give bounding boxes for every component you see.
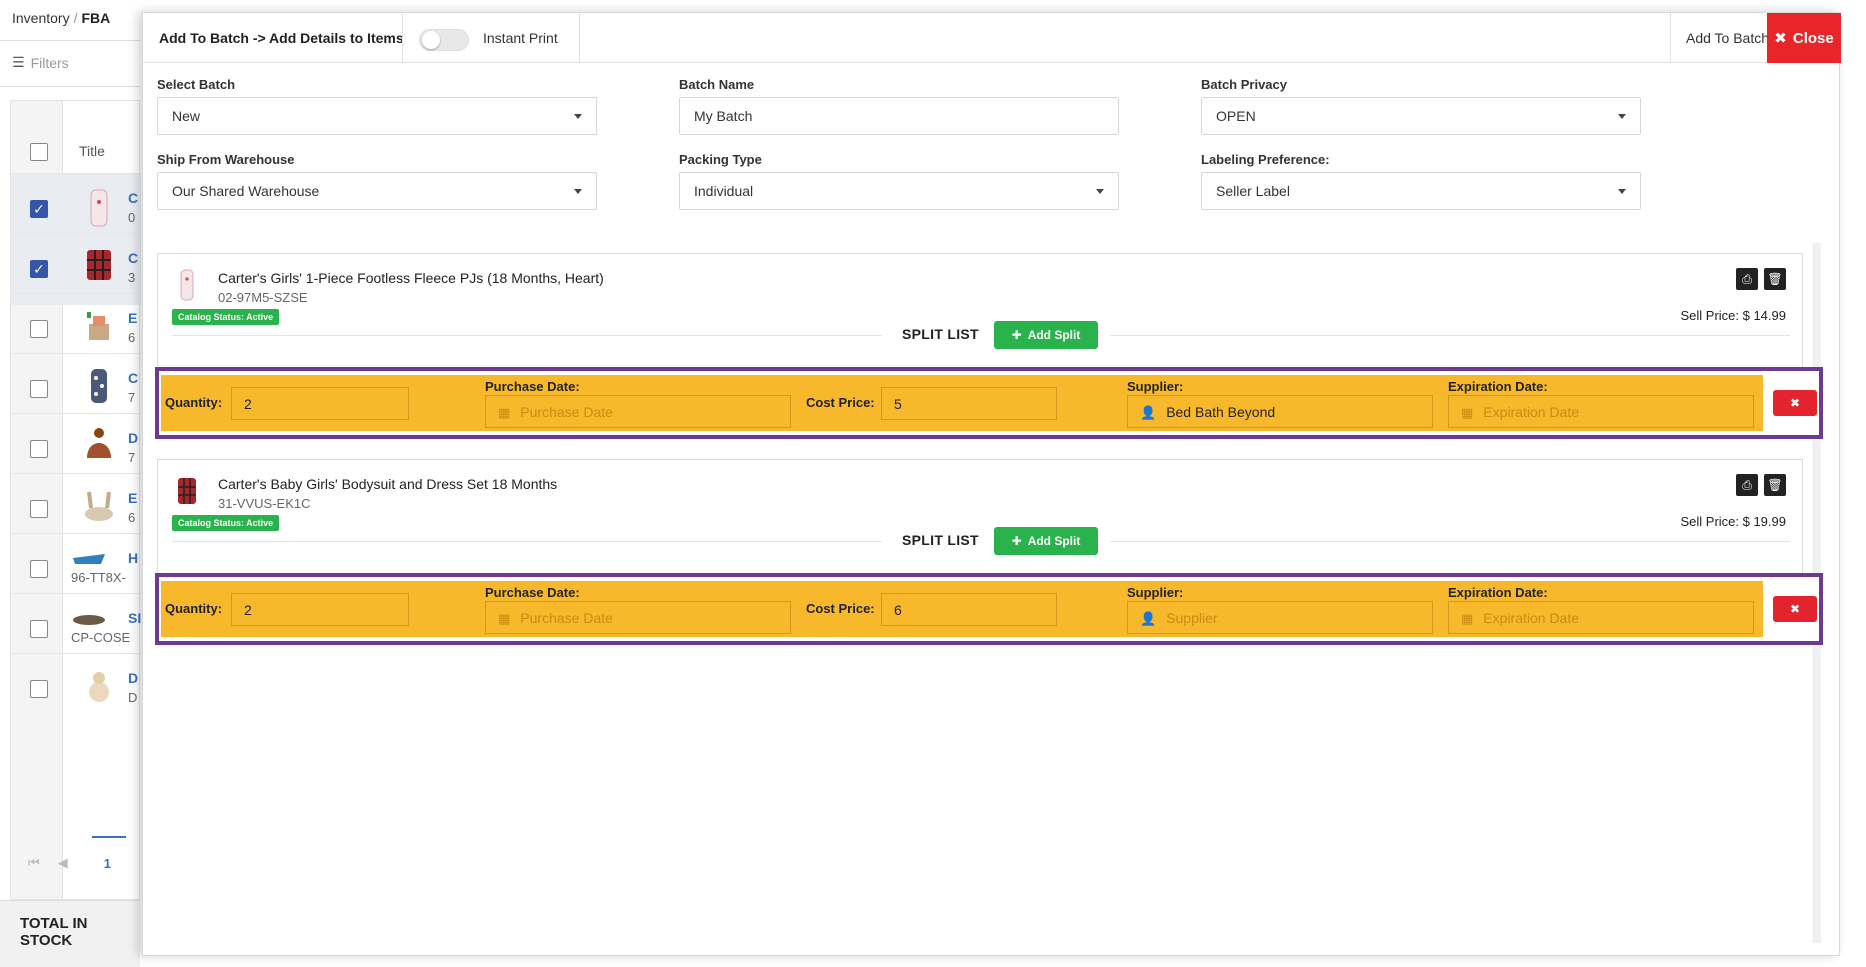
- row-checkbox[interactable]: [30, 620, 48, 638]
- row-checkbox[interactable]: [30, 500, 48, 518]
- close-icon: ✖: [1789, 396, 1801, 410]
- product-thumbnail: [87, 250, 111, 280]
- close-button[interactable]: ✖ Close: [1767, 13, 1841, 63]
- split-list-label: SPLIT LIST: [902, 326, 979, 342]
- product-thumbnail: [180, 269, 194, 301]
- ship-from-label: Ship From Warehouse: [157, 152, 295, 167]
- calendar-icon: ▦: [498, 405, 511, 420]
- quantity-input[interactable]: 2: [231, 387, 409, 420]
- product-thumbnail: [178, 478, 196, 504]
- inventory-table: Title ✓ C 0 ✓ C 3 E 6 C 7 D 7 E 6 H 96-T…: [10, 100, 141, 900]
- instant-print-toggle[interactable]: [419, 29, 469, 51]
- delete-split-button[interactable]: ✖: [1773, 596, 1817, 622]
- close-icon: ✖: [1774, 30, 1787, 47]
- split-row-highlight: Quantity: 2 Purchase Date: ▦ Purchase Dat…: [155, 573, 1823, 645]
- modal-title: Add To Batch -> Add Details to Items: [159, 30, 404, 46]
- sell-price: Sell Price: $ 19.99: [1680, 514, 1786, 529]
- labeling-preference-label: Labeling Preference:: [1201, 152, 1330, 167]
- prev-page-button[interactable]: ◀: [58, 855, 68, 871]
- trash-icon[interactable]: 🗑: [1764, 474, 1786, 496]
- item-sku: 02-97M5-SZSE: [218, 290, 308, 305]
- print-icon[interactable]: ⎙: [1736, 268, 1758, 290]
- catalog-status-badge: Catalog Status: Active: [172, 515, 280, 531]
- product-thumbnail: [87, 428, 111, 458]
- menu-icon: ☰: [12, 54, 25, 70]
- item-sku: 31-VVUS-EK1C: [218, 496, 311, 511]
- close-icon: ✖: [1789, 602, 1801, 616]
- add-split-button[interactable]: ✚ Add Split: [994, 527, 1098, 555]
- calendar-icon: ▦: [1461, 611, 1474, 626]
- add-to-batch-modal: Add To Batch -> Add Details to Items Ins…: [142, 12, 1841, 956]
- add-to-batch-button[interactable]: Add To Batch: [1686, 30, 1769, 46]
- sell-price: Sell Price: $ 14.99: [1680, 308, 1786, 323]
- breadcrumb-inventory[interactable]: Inventory: [12, 10, 70, 26]
- batch-privacy-dropdown[interactable]: OPEN: [1201, 97, 1641, 135]
- supplier-input[interactable]: 👤 Bed Bath Beyond: [1127, 395, 1433, 428]
- table-row[interactable]: D D: [11, 653, 141, 725]
- item-name: Carter's Baby Girls' Bodysuit and Dress …: [218, 476, 558, 492]
- caret-down-icon: [1618, 114, 1626, 119]
- breadcrumb-current: FBA: [81, 10, 111, 26]
- select-batch-label: Select Batch: [157, 77, 236, 92]
- batch-name-input[interactable]: My Batch: [679, 97, 1119, 135]
- row-checkbox[interactable]: [30, 440, 48, 458]
- purchase-date-input[interactable]: ▦ Purchase Date: [485, 601, 791, 634]
- column-header-title[interactable]: Title: [79, 143, 105, 159]
- plus-icon: ✚: [1011, 534, 1022, 548]
- user-icon: 👤: [1140, 611, 1157, 626]
- caret-down-icon: [1618, 189, 1626, 194]
- modal-header: Add To Batch -> Add Details to Items Ins…: [143, 13, 1841, 63]
- catalog-status-badge: Catalog Status: Active: [172, 309, 280, 325]
- expiration-date-input[interactable]: ▦ Expiration Date: [1448, 601, 1754, 634]
- item-name: Carter's Girls' 1-Piece Footless Fleece …: [218, 270, 604, 286]
- split-row-highlight: Quantity: 2 Purchase Date: ▦ Purchase Dat…: [155, 367, 1823, 439]
- row-checkbox[interactable]: [30, 380, 48, 398]
- split-row: Quantity: 2 Purchase Date: ▦ Purchase Dat…: [161, 375, 1763, 431]
- add-split-button[interactable]: ✚ Add Split: [994, 321, 1098, 349]
- product-thumbnail: [85, 491, 113, 521]
- split-list-label: SPLIT LIST: [902, 532, 979, 548]
- total-in-stock-label: TOTAL IN STOCK: [0, 900, 140, 967]
- page-number[interactable]: 1: [104, 856, 111, 871]
- quantity-input[interactable]: 2: [231, 593, 409, 626]
- expiration-date-input[interactable]: ▦ Expiration Date: [1448, 395, 1754, 428]
- cost-price-input[interactable]: 6: [881, 593, 1057, 626]
- row-checkbox[interactable]: [30, 680, 48, 698]
- split-row: Quantity: 2 Purchase Date: ▦ Purchase Dat…: [161, 581, 1763, 637]
- row-checkbox[interactable]: ✓: [30, 200, 48, 218]
- product-thumbnail: [87, 312, 109, 340]
- instant-print-label: Instant Print: [483, 30, 558, 46]
- batch-privacy-label: Batch Privacy: [1201, 77, 1287, 92]
- row-checkbox[interactable]: ✓: [30, 260, 48, 278]
- caret-down-icon: [1096, 189, 1104, 194]
- pagination: ⏮ ◀ 1: [10, 838, 140, 888]
- select-batch-dropdown[interactable]: New: [157, 97, 597, 135]
- product-thumbnail: [89, 672, 109, 702]
- cost-price-input[interactable]: 5: [881, 387, 1057, 420]
- trash-icon[interactable]: 🗑: [1764, 268, 1786, 290]
- product-thumbnail: [90, 189, 108, 227]
- first-page-button[interactable]: ⏮: [28, 855, 40, 871]
- ship-from-dropdown[interactable]: Our Shared Warehouse: [157, 172, 597, 210]
- row-checkbox[interactable]: [30, 560, 48, 578]
- print-icon[interactable]: ⎙: [1736, 474, 1758, 496]
- caret-down-icon: [574, 114, 582, 119]
- supplier-input[interactable]: 👤 Supplier: [1127, 601, 1433, 634]
- plus-icon: ✚: [1011, 328, 1022, 342]
- packing-type-dropdown[interactable]: Individual: [679, 172, 1119, 210]
- calendar-icon: ▦: [498, 611, 511, 626]
- caret-down-icon: [574, 189, 582, 194]
- purchase-date-input[interactable]: ▦ Purchase Date: [485, 395, 791, 428]
- breadcrumb: Inventory / FBA: [12, 10, 111, 26]
- select-all-checkbox[interactable]: [30, 143, 48, 161]
- packing-type-label: Packing Type: [679, 152, 762, 167]
- row-checkbox[interactable]: [30, 320, 48, 338]
- filters-button[interactable]: ☰ Filters: [12, 54, 69, 71]
- batch-name-label: Batch Name: [679, 77, 755, 92]
- calendar-icon: ▦: [1461, 405, 1474, 420]
- product-thumbnail: [91, 369, 107, 403]
- labeling-preference-dropdown[interactable]: Seller Label: [1201, 172, 1641, 210]
- user-icon: 👤: [1140, 405, 1157, 420]
- delete-split-button[interactable]: ✖: [1773, 390, 1817, 416]
